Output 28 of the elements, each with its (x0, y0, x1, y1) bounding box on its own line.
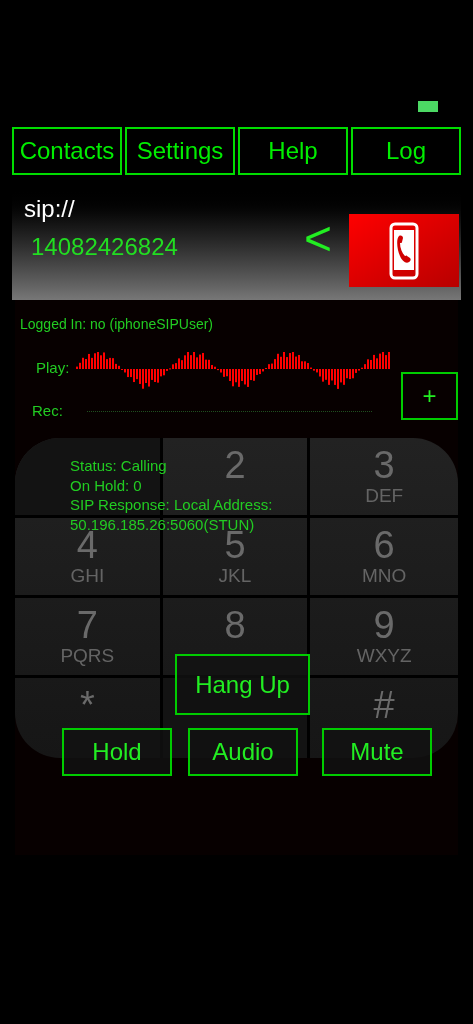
key-letters: JKL (218, 565, 252, 586)
key-letters: WXYZ (356, 645, 412, 666)
meter-label: Rec: (32, 401, 64, 421)
call-control-button[interactable]: Hold (62, 728, 172, 776)
login-status: Logged In: no (iphoneSIPUser) (20, 316, 213, 332)
meter-label: Play: (36, 358, 71, 378)
phone-number: 14082426824 (31, 232, 178, 262)
nav-button[interactable]: Log (351, 127, 461, 175)
status-indicator-icon (418, 101, 438, 112)
status-line: 50.196.185.26:5060(STUN) (70, 514, 255, 533)
backspace-button[interactable]: < (304, 215, 333, 263)
key-letters: GHI (70, 565, 105, 586)
status-line: Status: Calling (70, 456, 167, 476)
key-letters: MNO (362, 565, 407, 586)
key-letters: PQRS (60, 645, 115, 666)
call-button[interactable] (349, 214, 459, 287)
status-line: SIP Response: Local Address: (70, 495, 273, 515)
call-control-button[interactable]: Audio (188, 728, 298, 776)
key-letters: DEF (365, 485, 404, 506)
call-control-button[interactable]: Mute (322, 728, 432, 776)
nav-button[interactable]: Settings (125, 127, 235, 175)
nav-button[interactable]: Contacts (12, 127, 122, 175)
phone-icon (389, 221, 419, 280)
address-scheme: sip:// (24, 194, 75, 224)
hang-up-button[interactable]: Hang Up (175, 654, 310, 715)
add-button[interactable]: + (401, 372, 458, 421)
status-line: On Hold: 0 (70, 475, 142, 495)
nav-button[interactable]: Help (238, 127, 348, 175)
